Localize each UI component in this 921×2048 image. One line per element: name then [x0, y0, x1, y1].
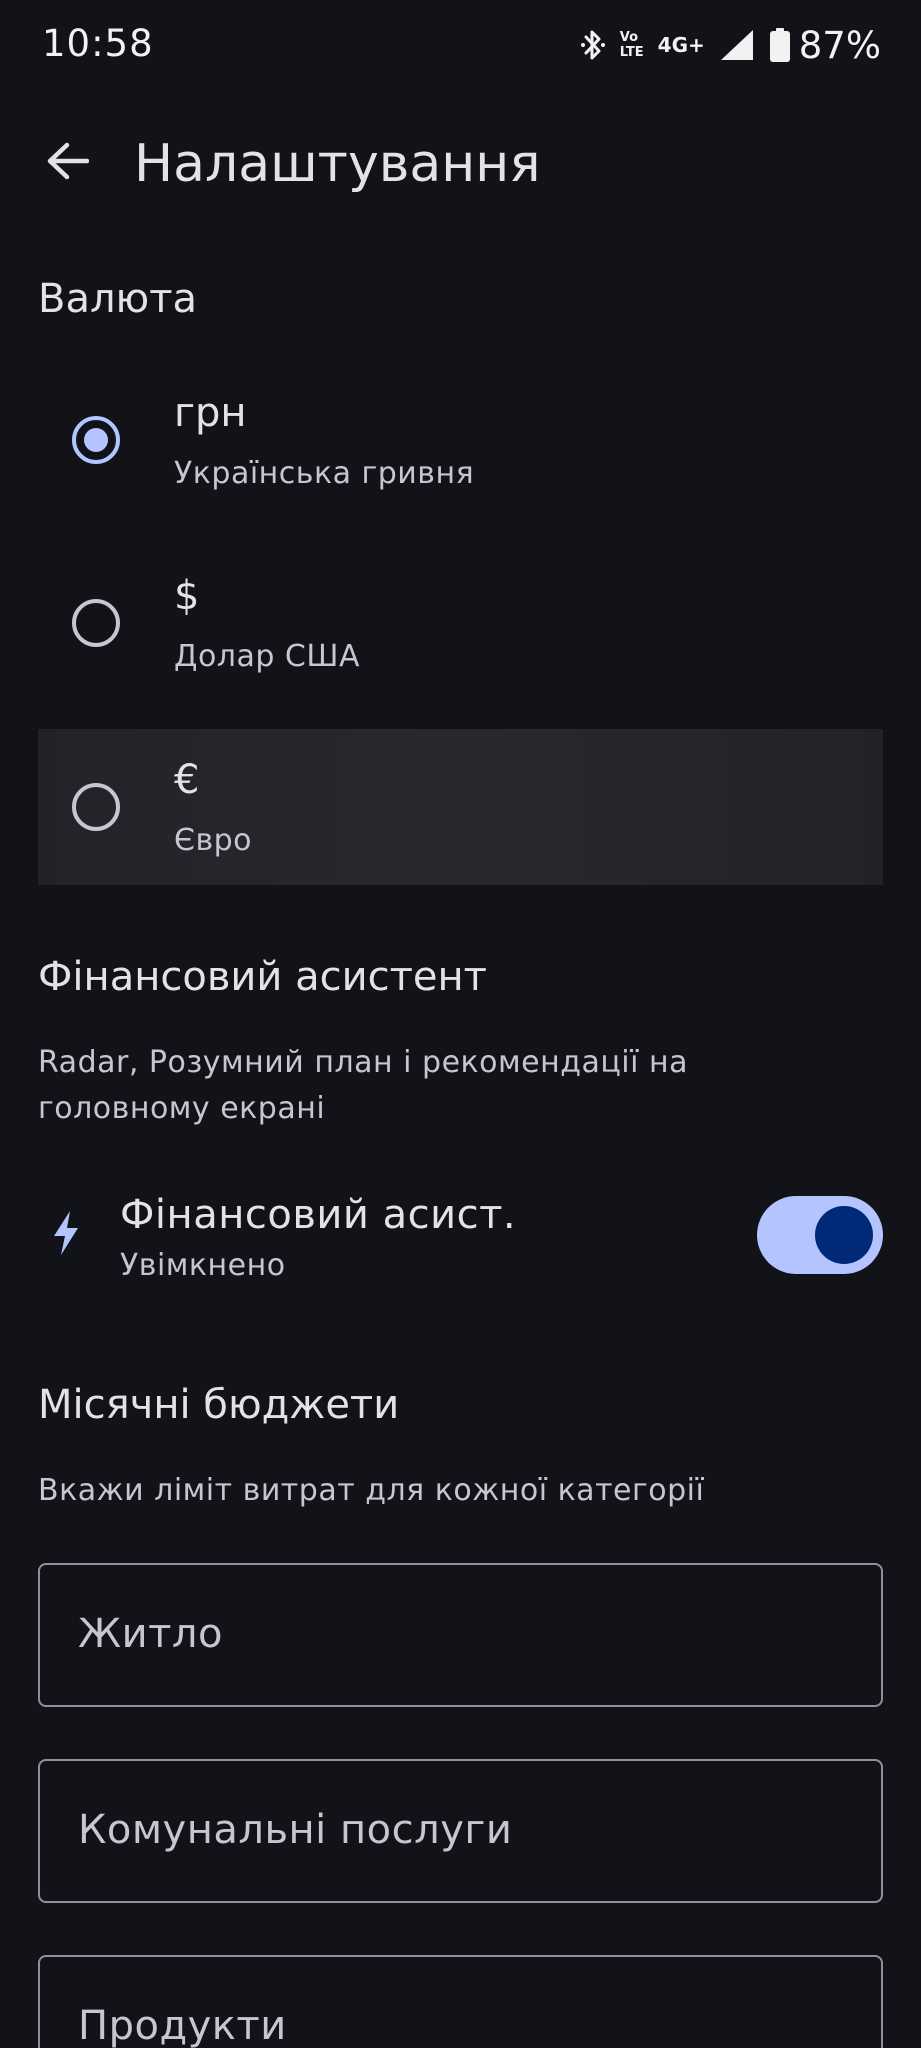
battery-percent: 87%: [798, 23, 881, 67]
currency-name: Українська гривня: [174, 456, 475, 491]
currency-option-eur[interactable]: € Євро: [38, 729, 883, 885]
volte-indicator: Vo LTE: [620, 30, 644, 60]
budget-field-utilities[interactable]: Комунальні послуги: [38, 1759, 883, 1903]
currency-option-uah[interactable]: грн Українська гривня: [38, 362, 883, 518]
budget-field-groceries[interactable]: Продукти: [38, 1955, 883, 2048]
currency-section-title: Валюта: [38, 276, 198, 322]
switch-thumb: [815, 1206, 873, 1264]
assistant-description: Radar, Розумний план і рекомендації на г…: [38, 1045, 688, 1126]
page-title: Налаштування: [134, 134, 541, 194]
currency-symbol: $: [174, 573, 200, 619]
budgets-description: Вкажи ліміт витрат для кожної категорії: [38, 1473, 705, 1508]
bolt-icon: [54, 1211, 78, 1255]
currency-option-usd[interactable]: $ Долар США: [38, 545, 883, 701]
budget-field-housing[interactable]: Житло: [38, 1563, 883, 1707]
radio-button[interactable]: [72, 783, 120, 831]
volte-top-text: Vo: [619, 30, 639, 45]
budget-field-label: Житло: [78, 1611, 223, 1657]
radio-button-selected[interactable]: [72, 416, 120, 464]
assistant-switch[interactable]: [757, 1196, 883, 1274]
currency-symbol: грн: [174, 390, 247, 436]
radio-button[interactable]: [72, 599, 120, 647]
currency-name: Долар США: [174, 639, 360, 674]
assistant-toggle-status: Увімкнено: [120, 1248, 286, 1283]
assistant-toggle-title: Фінансовий асист.: [120, 1192, 517, 1238]
network-type: 4G+: [657, 33, 705, 57]
budget-field-label: Продукти: [78, 2003, 287, 2048]
budget-field-label: Комунальні послуги: [78, 1807, 513, 1853]
budgets-section-title: Місячні бюджети: [38, 1382, 400, 1428]
assistant-section-title: Фінансовий асистент: [38, 954, 487, 1000]
settings-screen: 10:58 Vo LTE 4G+ 87% Налаштування Валюта…: [0, 0, 921, 2048]
status-bar: 10:58 Vo LTE 4G+ 87%: [0, 0, 921, 90]
signal-icon: [720, 30, 753, 60]
status-icons: Vo LTE 4G+ 87%: [580, 20, 881, 70]
assistant-toggle-row[interactable]: Фінансовий асист. Увімкнено: [38, 1180, 883, 1300]
currency-name: Євро: [174, 823, 253, 858]
arrow-back-icon: [47, 142, 89, 180]
volte-bottom-text: LTE: [619, 45, 644, 60]
bluetooth-icon: [580, 30, 605, 60]
battery-icon: [769, 28, 790, 62]
status-time: 10:58: [42, 22, 154, 65]
currency-symbol: €: [174, 757, 200, 803]
back-button[interactable]: [34, 128, 100, 194]
